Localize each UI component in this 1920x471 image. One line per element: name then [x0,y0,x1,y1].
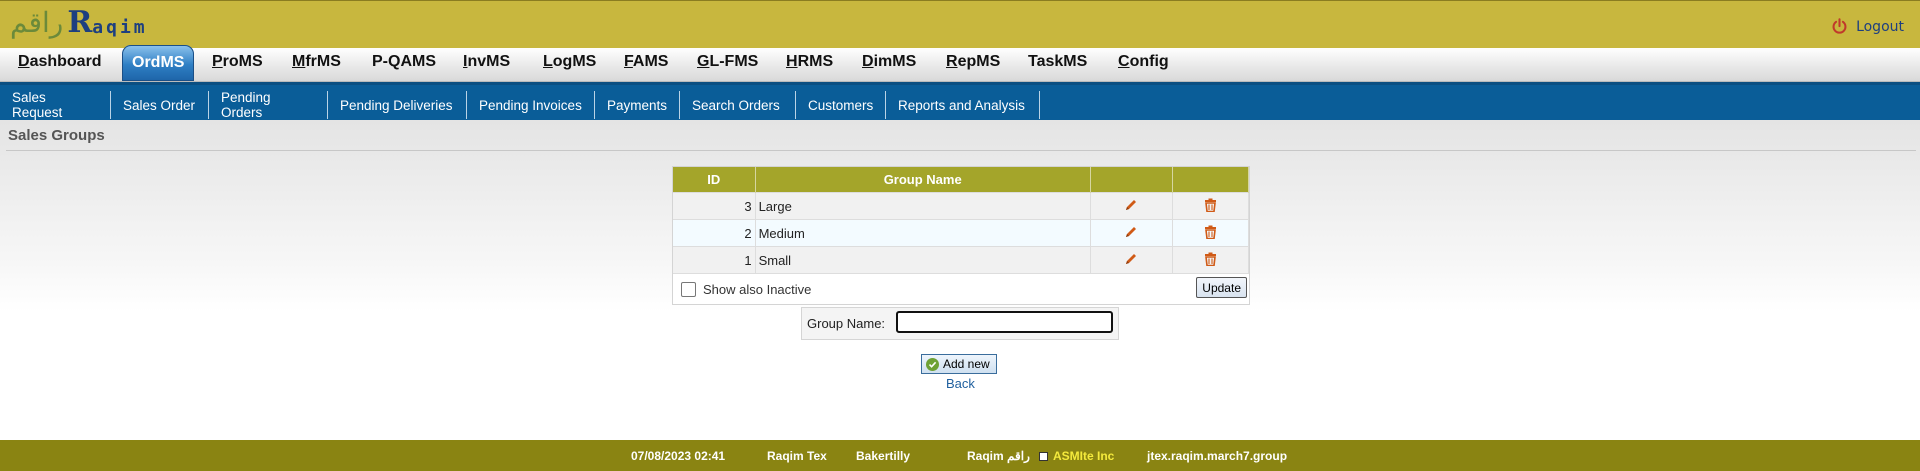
nav-mfrms[interactable]: MfrMS [292,53,341,71]
status-datetime: 07/08/2023 02:41 [631,449,726,463]
cell-id: 1 [673,246,756,273]
logout-label: Logout [1856,18,1904,35]
sales-groups-table: ID Group Name 3 Large 2 Medium 1 Small S… [672,166,1250,305]
logo-english-text: aqim [92,16,148,38]
power-icon [1832,18,1847,34]
subnav-payments[interactable]: Payments [595,91,680,119]
cell-group-name: Medium [755,219,1091,247]
subnav-pending-orders[interactable]: Pending Orders [209,90,328,120]
group-name-input[interactable] [896,311,1113,333]
trash-icon [1204,225,1216,239]
edit-button[interactable] [1090,219,1173,247]
nav-repms[interactable]: RepMS [946,53,1000,71]
pencil-icon [1126,226,1137,237]
status-brand: Raqim راقم [967,449,1030,463]
cell-group-name: Large [755,192,1091,220]
nav-hrms[interactable]: HRMS [786,53,833,71]
table-row: 1 Small [673,246,1250,273]
subnav-sales-order[interactable]: Sales Order [111,91,209,119]
app-header: راقم R aqim Logout [0,0,1920,49]
subnav-sales-request[interactable]: Sales Request [0,90,111,120]
content-area: Sales Groups ID Group Name 3 Large 2 Med… [0,120,1920,440]
add-new-label: Add new [943,357,990,371]
trash-icon [1204,198,1216,212]
pencil-icon [1126,199,1137,210]
subnav-pending-invoices[interactable]: Pending Invoices [467,91,595,119]
status-company[interactable]: ASMIte Inc [1053,449,1114,463]
cell-id: 3 [673,192,756,220]
cell-id: 2 [673,219,756,247]
show-inactive-checkbox[interactable] [681,282,696,297]
nav-fams[interactable]: FAMS [624,53,668,71]
nav-proms[interactable]: ProMS [212,53,263,71]
logout-button[interactable]: Logout [1831,18,1904,35]
table-header-row: ID Group Name [673,167,1250,193]
page-title: Sales Groups [8,127,105,144]
nav-glfms[interactable]: GL-FMS [697,53,758,71]
edit-button[interactable] [1090,192,1173,220]
add-new-button[interactable]: Add new [921,354,997,374]
back-link[interactable]: Back [946,376,975,391]
table-row: 2 Medium [673,219,1250,247]
nav-logms[interactable]: LogMS [543,53,596,71]
nav-ordms[interactable]: Ord M S [122,45,195,81]
col-header-delete [1172,167,1250,193]
nav-pqams[interactable]: P-QAMS [372,53,436,71]
edit-button[interactable] [1090,246,1173,273]
nav-config[interactable]: Config [1118,53,1169,71]
status-bar: 07/08/2023 02:41 Raqim Tex Bakertilly Ra… [0,440,1920,471]
show-inactive-label[interactable]: Show also Inactive [703,282,811,297]
main-nav: Dashboard Ord M S ProMS MfrMS P-QAMS InvMS… [0,45,1920,82]
update-button[interactable]: Update [1196,277,1247,298]
pencil-icon [1126,253,1137,264]
delete-button[interactable] [1172,219,1250,247]
subnav-search-orders[interactable]: Search Orders [680,91,796,119]
status-host: jtex.raqim.march7.group [1147,449,1288,463]
subnav-pending-deliveries[interactable]: Pending Deliveries [328,91,467,119]
cell-group-name: Small [755,246,1091,273]
company-icon [1039,452,1048,461]
delete-button[interactable] [1172,192,1250,220]
raqim-logo[interactable]: راقم R aqim [10,5,148,41]
check-icon [926,357,939,371]
logo-arabic-text: راقم [10,6,64,39]
trash-icon [1204,252,1216,266]
table-row: 3 Large [673,192,1250,220]
col-header-edit [1090,167,1173,193]
delete-button[interactable] [1172,246,1250,273]
status-client-name: Bakertilly [856,449,911,463]
add-group-form: Group Name: [801,307,1119,340]
subnav-reports-analysis[interactable]: Reports and Analysis [886,91,1040,119]
nav-dashboard[interactable]: Dashboard [18,53,102,71]
col-header-group-name[interactable]: Group Name [755,167,1091,193]
sub-nav: Sales Request Sales Order Pending Orders… [0,82,1920,122]
group-name-label: Group Name: [807,316,886,331]
nav-taskms[interactable]: TaskMS [1028,53,1087,71]
table-footer: Show also Inactive Update [673,273,1249,304]
subnav-customers[interactable]: Customers [796,91,886,119]
status-app-name: Raqim Tex [767,449,827,463]
col-header-id[interactable]: ID [673,167,756,193]
title-divider [6,150,1916,151]
logo-r-mark: R [67,5,93,40]
nav-dimms[interactable]: DimMS [862,53,916,71]
nav-invms[interactable]: InvMS [463,53,510,71]
